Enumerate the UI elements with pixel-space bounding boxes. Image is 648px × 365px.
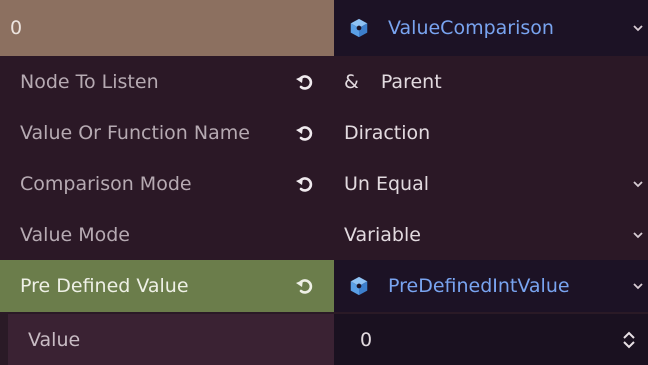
property-label: Comparison Mode: [0, 158, 334, 210]
pre-defined-resource-selector[interactable]: PreDefinedIntValue: [334, 260, 648, 312]
property-row-node-to-listen: Node To Listen & Parent: [0, 56, 648, 108]
resource-selector[interactable]: ValueComparison: [334, 0, 648, 56]
chevron-down-icon[interactable]: [632, 280, 644, 292]
property-row-value-or-function-name: Value Or Function Name Diraction: [0, 107, 648, 159]
resource-header-row: 0 ValueComparison: [0, 0, 648, 56]
cube-icon: [350, 18, 368, 38]
revert-icon[interactable]: [292, 70, 316, 94]
inspector-panel: 0 ValueComparison Node To Listen & Paren…: [0, 0, 648, 365]
value-mode-dropdown[interactable]: Variable: [334, 209, 648, 261]
property-label: Value Mode: [0, 209, 334, 261]
header-value-label: 0: [0, 0, 334, 56]
sub-property-row-value: Value 0: [0, 314, 648, 365]
property-label: Value: [8, 314, 334, 365]
revert-icon[interactable]: [292, 121, 316, 145]
property-label: Value Or Function Name: [0, 107, 334, 159]
comparison-mode-dropdown[interactable]: Un Equal: [334, 158, 648, 210]
property-row-value-mode: Value Mode Variable: [0, 209, 648, 261]
node-path-prefix: &: [344, 71, 359, 93]
chevron-down-icon[interactable]: [632, 229, 644, 241]
property-label: Pre Defined Value: [0, 260, 334, 312]
chevron-down-icon[interactable]: [632, 178, 644, 190]
value-spinbox[interactable]: 0: [334, 314, 648, 365]
property-row-comparison-mode: Comparison Mode Un Equal: [0, 158, 648, 210]
property-row-pre-defined-value: Pre Defined Value PreDefinedIntValue: [0, 260, 648, 312]
node-path-value: Parent: [380, 71, 442, 93]
chevron-down-icon[interactable]: [632, 22, 644, 34]
resource-name: PreDefinedIntValue: [388, 275, 570, 297]
function-name-input[interactable]: Diraction: [334, 107, 648, 159]
value-number: 0: [360, 328, 373, 351]
spinner-arrows-icon[interactable]: [622, 330, 636, 350]
cube-icon: [350, 276, 368, 296]
revert-icon[interactable]: [292, 172, 316, 196]
property-label: Node To Listen: [0, 56, 334, 108]
value-mode-value: Variable: [344, 224, 421, 246]
comparison-mode-value: Un Equal: [344, 173, 430, 195]
node-path-field[interactable]: & Parent: [334, 56, 648, 108]
resource-name: ValueComparison: [388, 17, 554, 39]
revert-icon[interactable]: [292, 274, 316, 298]
